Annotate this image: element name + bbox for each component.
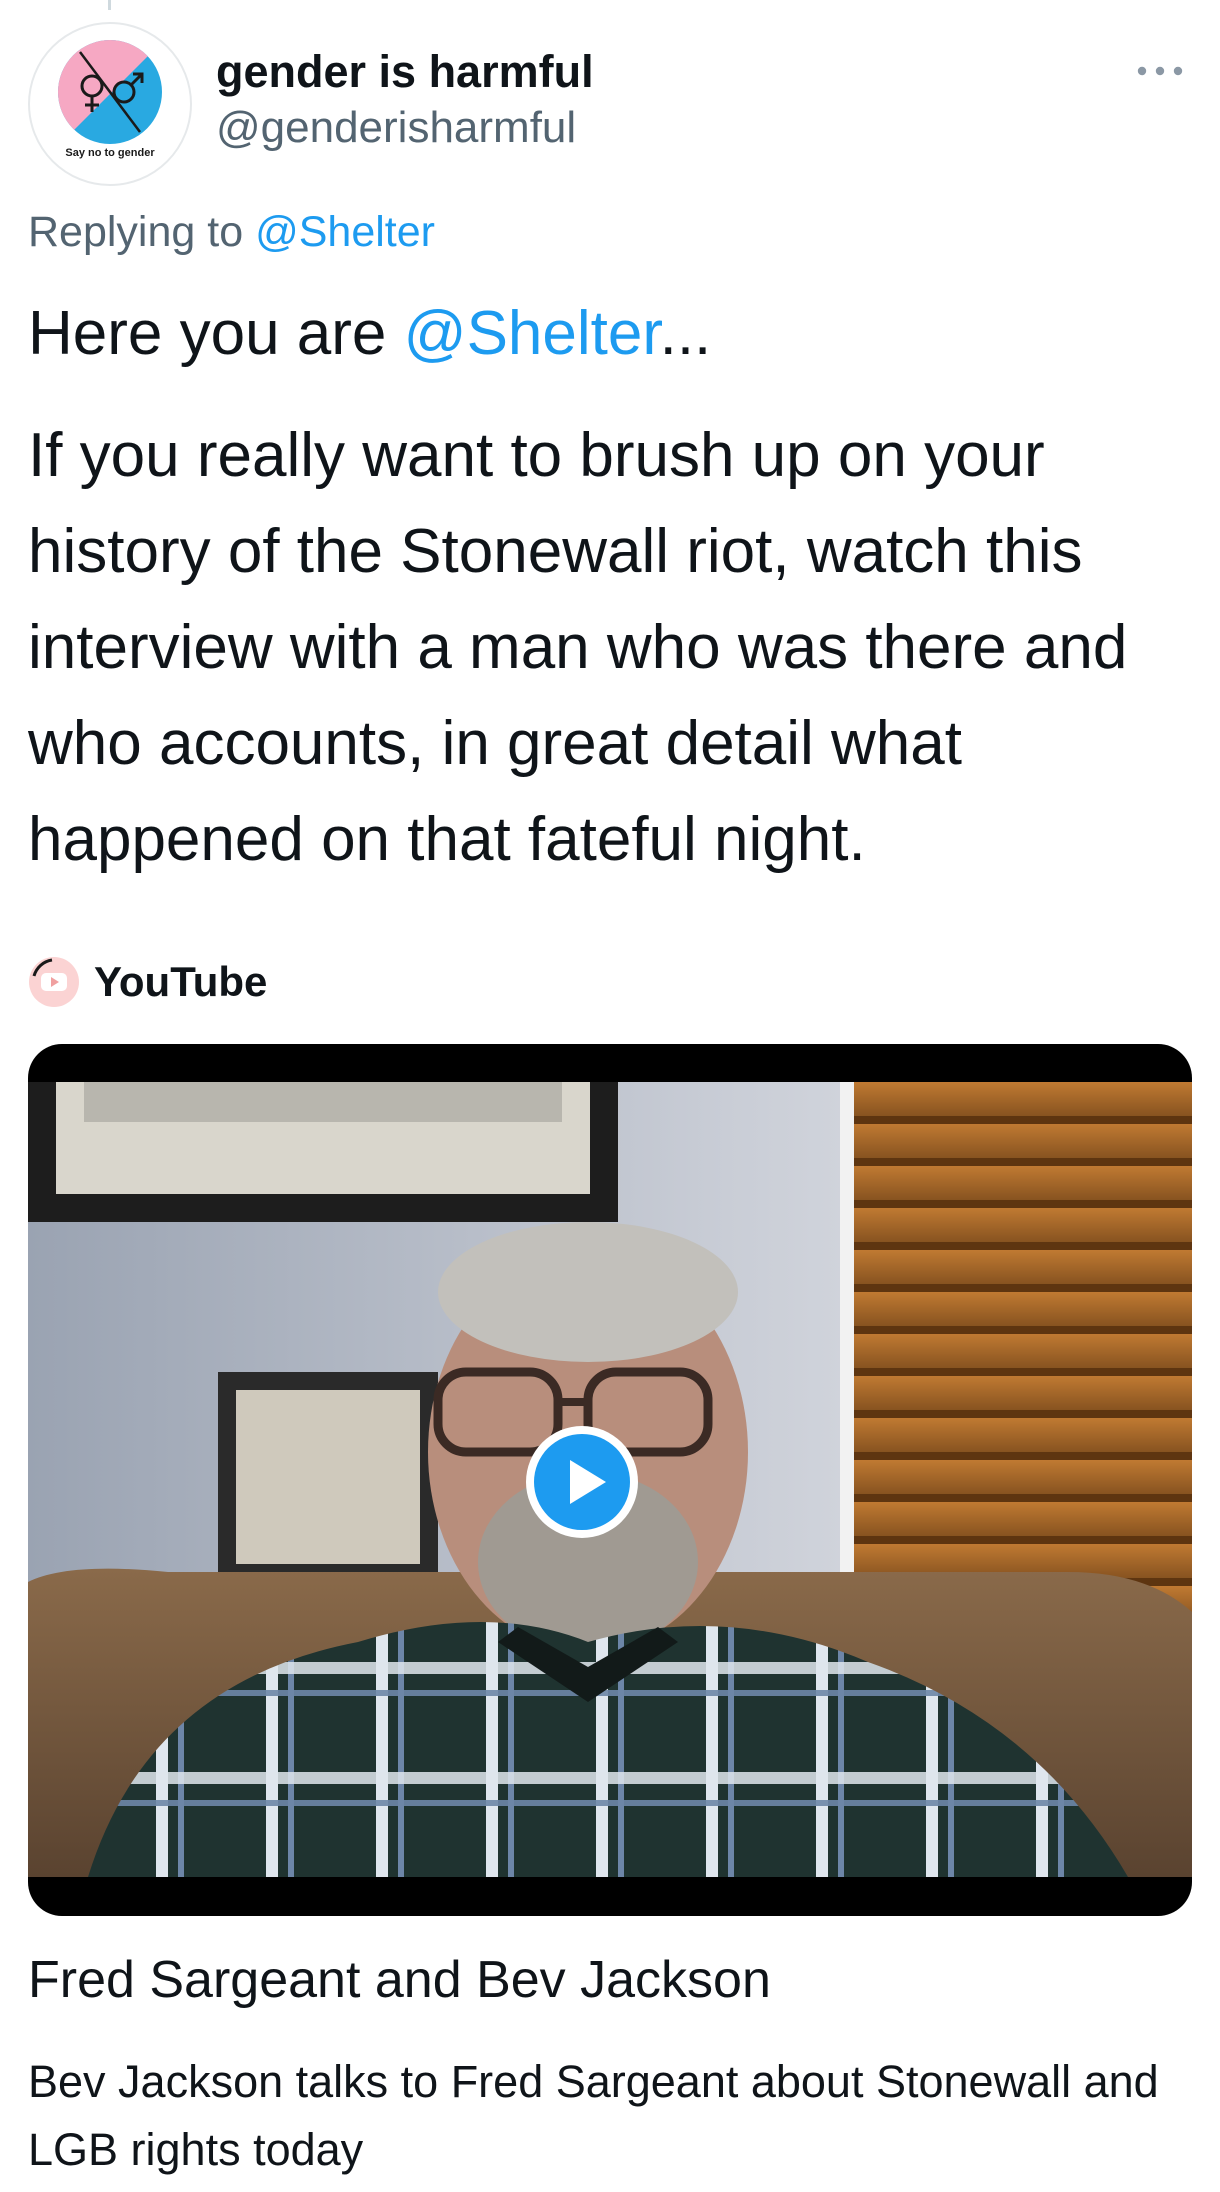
card-title[interactable]: Fred Sargeant and Bev Jackson bbox=[28, 1948, 771, 2012]
tweet-text-line1-prefix: Here you are bbox=[28, 299, 404, 368]
reply-context: Replying to @Shelter bbox=[28, 204, 435, 260]
youtube-icon bbox=[29, 957, 79, 1007]
tweet-body: Here you are @Shelter... If you really w… bbox=[28, 286, 1198, 888]
thread-connector-line bbox=[108, 0, 111, 10]
tweet-text-paragraph: If you really want to brush up on your h… bbox=[28, 421, 1128, 874]
card-source-label: YouTube bbox=[94, 958, 268, 1005]
author-display-name[interactable]: gender is harmful bbox=[216, 44, 594, 100]
card-description: Bev Jackson talks to Fred Sargeant about… bbox=[28, 2056, 1159, 2175]
more-horizontal-icon[interactable] bbox=[1136, 56, 1184, 86]
card-source[interactable]: YouTube bbox=[28, 954, 267, 1010]
reply-context-prefix: Replying to bbox=[28, 208, 244, 256]
avatar-logo-icon: Say no to gender bbox=[58, 40, 162, 159]
tweet-text-line1-suffix: ... bbox=[659, 299, 712, 368]
tweet-text-line1: Here you are @Shelter... bbox=[28, 286, 1198, 382]
author-names[interactable]: gender is harmful @genderisharmful bbox=[216, 44, 594, 156]
author-handle[interactable]: @genderisharmful bbox=[216, 100, 594, 156]
avatar-caption: Say no to gender bbox=[65, 147, 155, 159]
reply-context-mention[interactable]: @Shelter bbox=[255, 208, 435, 256]
play-icon[interactable] bbox=[522, 1422, 642, 1542]
avatar[interactable]: Say no to gender bbox=[28, 22, 192, 186]
tweet-mention-link[interactable]: @Shelter bbox=[404, 299, 660, 368]
